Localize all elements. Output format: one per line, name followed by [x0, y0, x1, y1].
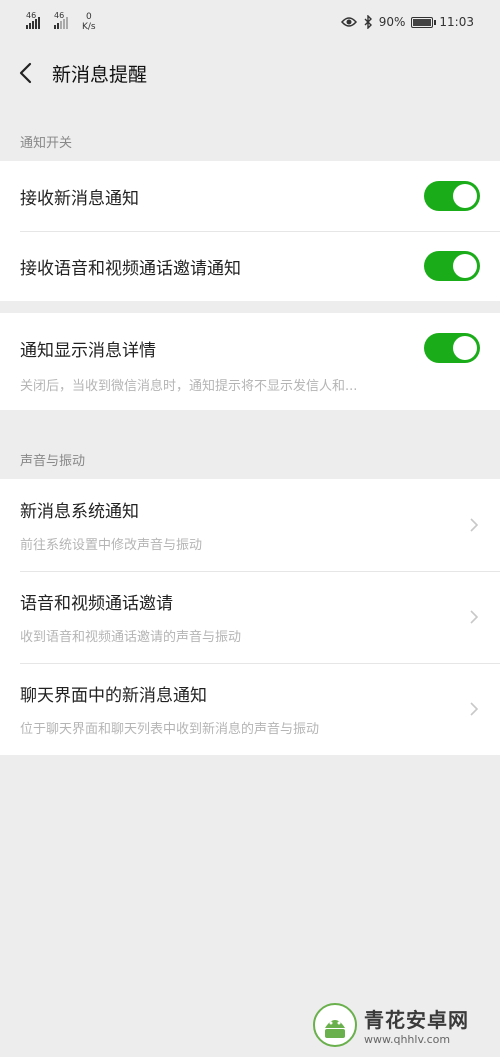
- sound-card: 新消息系统通知 前往系统设置中修改声音与振动 语音和视频通话邀请 收到语音和视频…: [0, 479, 500, 755]
- setting-row-show-details: 通知显示消息详情 关闭后，当收到微信消息时，通知提示将不显示发信人和...: [0, 313, 500, 410]
- toggle-knob: [453, 336, 477, 360]
- signal-icon: 46: [54, 11, 68, 29]
- setting-label: 新消息系统通知: [20, 502, 139, 522]
- status-left: 46 46 0 K/s: [26, 11, 96, 32]
- details-card: 通知显示消息详情 关闭后，当收到微信消息时，通知提示将不显示发信人和...: [0, 313, 500, 410]
- section-label-sound: 声音与振动: [20, 454, 86, 469]
- signal-type-2: 46: [54, 11, 65, 20]
- section-label-notify: 通知开关: [20, 136, 73, 151]
- bluetooth-icon: [364, 15, 372, 29]
- chevron-right-icon: [470, 518, 479, 532]
- watermark-url: www.qhhlv.com: [364, 1033, 451, 1046]
- status-bar: 46 46 0 K/s 90% 11:03: [0, 0, 500, 44]
- status-right: 90% 11:03: [340, 15, 474, 29]
- toggle-knob: [453, 184, 477, 208]
- net-speed: 0 K/s: [82, 12, 96, 32]
- setting-label: 聊天界面中的新消息通知: [20, 686, 207, 706]
- setting-row-receive-new-messages: 接收新消息通知: [0, 161, 500, 231]
- setting-description: 关闭后，当收到微信消息时，通知提示将不显示发信人和...: [20, 379, 358, 394]
- setting-description: 收到语音和视频通话邀请的声音与振动: [20, 630, 242, 645]
- watermark-name: 青花安卓网: [364, 1008, 469, 1032]
- notify-card: 接收新消息通知 接收语音和视频通话邀请通知: [0, 161, 500, 301]
- setting-label: 语音和视频通话邀请: [20, 594, 173, 614]
- setting-description: 位于聊天界面和聊天列表中收到新消息的声音与振动: [20, 722, 320, 737]
- page-title: 新消息提醒: [52, 63, 148, 86]
- nav-row-system-notify[interactable]: 新消息系统通知 前往系统设置中修改声音与振动: [0, 479, 500, 571]
- setting-label: 接收语音和视频通话邀请通知: [20, 258, 241, 279]
- setting-label: 接收新消息通知: [20, 188, 139, 209]
- nav-row-chat-notify[interactable]: 聊天界面中的新消息通知 位于聊天界面和聊天列表中收到新消息的声音与振动: [0, 663, 500, 755]
- signal-type-1: 46: [26, 11, 37, 20]
- android-logo-icon: [313, 1003, 357, 1047]
- battery-fill: [413, 18, 432, 26]
- nav-row-call-invite[interactable]: 语音和视频通话邀请 收到语音和视频通话邀请的声音与振动: [0, 571, 500, 663]
- watermark: 青花安卓网 www.qhhlv.com: [312, 1000, 492, 1050]
- battery-percent: 90%: [378, 15, 406, 29]
- back-button[interactable]: [14, 62, 36, 84]
- nav-header: 新消息提醒: [0, 44, 500, 102]
- receive-messages-toggle[interactable]: [424, 181, 480, 211]
- battery-icon: [411, 16, 437, 28]
- show-details-toggle[interactable]: [424, 333, 480, 363]
- eye-icon: [340, 17, 357, 27]
- clock: 11:03: [439, 15, 474, 29]
- chevron-left-icon: [19, 62, 32, 84]
- signal-icon: 46: [26, 11, 40, 29]
- call-invite-toggle[interactable]: [424, 251, 480, 281]
- setting-description: 前往系统设置中修改声音与振动: [20, 538, 203, 553]
- toggle-knob: [453, 254, 477, 278]
- setting-row-call-invite-notify: 接收语音和视频通话邀请通知: [0, 231, 500, 301]
- chevron-right-icon: [470, 702, 479, 716]
- chevron-right-icon: [470, 610, 479, 624]
- setting-label: 通知显示消息详情: [20, 340, 156, 361]
